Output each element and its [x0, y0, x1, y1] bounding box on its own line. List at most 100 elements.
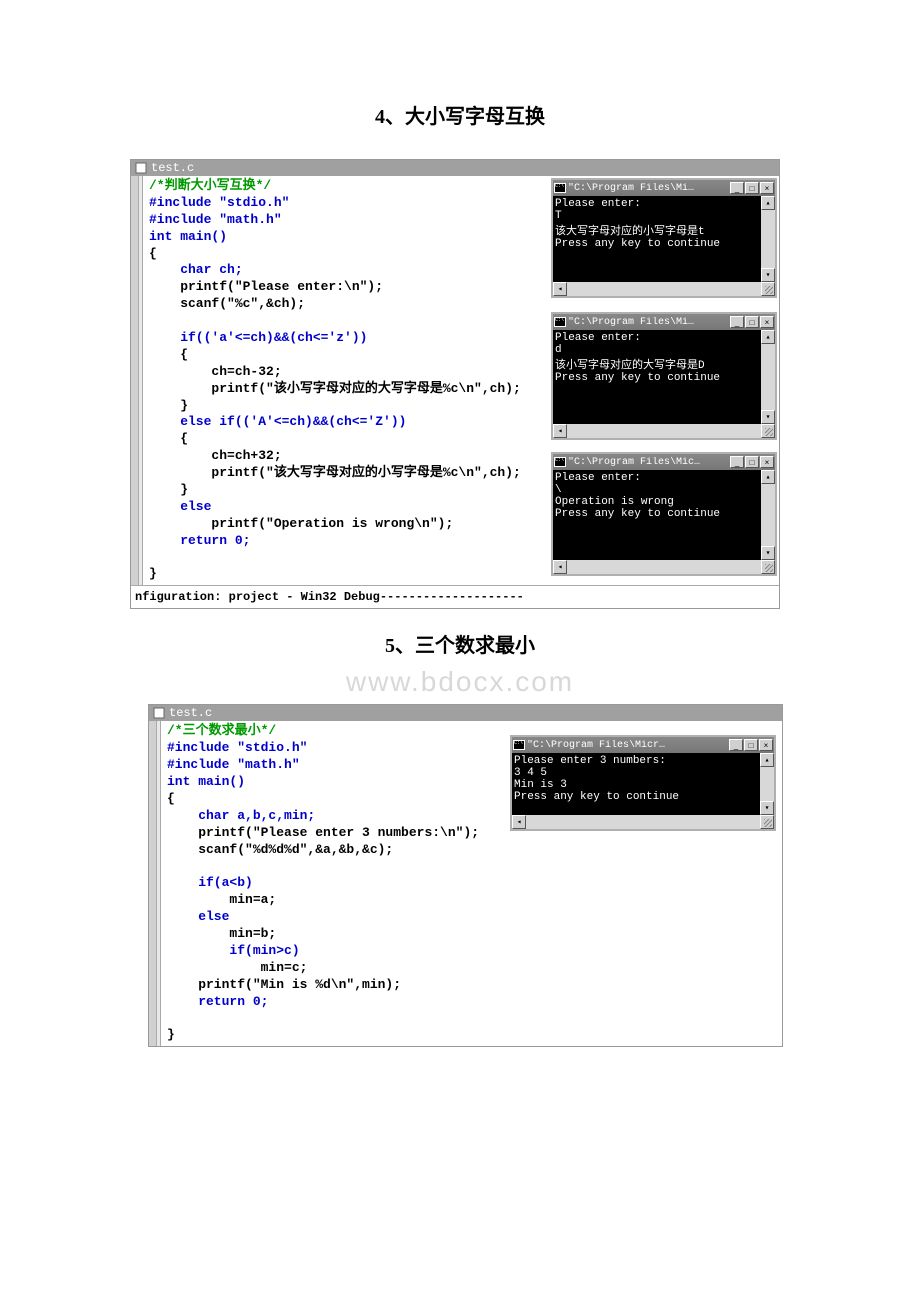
- code-line: scanf("%d%d%d",&a,&b,&c);: [167, 842, 393, 857]
- console-output-4: "C:\Program Files\Micr… _ □ × Please ent…: [510, 735, 776, 831]
- file-icon: [135, 162, 147, 174]
- resize-grip[interactable]: [761, 424, 775, 438]
- minimize-button[interactable]: _: [730, 456, 744, 468]
- resize-grip[interactable]: [761, 560, 775, 574]
- scroll-down-icon[interactable]: ▾: [760, 801, 774, 815]
- console-title: "C:\Program Files\Mi…: [568, 317, 694, 328]
- code-line: {: [149, 431, 188, 446]
- scroll-up-icon[interactable]: ▴: [761, 470, 775, 484]
- console-line: Press any key to continue: [514, 791, 760, 803]
- screenshot-2: test.c /*三个数求最小*/ #include "stdio.h" #in…: [148, 704, 783, 1047]
- maximize-button[interactable]: □: [744, 739, 758, 751]
- code-line: return 0;: [149, 533, 250, 548]
- code-line: {: [149, 347, 188, 362]
- console-line: Press any key to continue: [555, 372, 761, 384]
- console-titlebar: "C:\Program Files\Micr… _ □ ×: [512, 737, 774, 753]
- scroll-left-icon[interactable]: ◂: [553, 424, 567, 438]
- scroll-down-icon[interactable]: ▾: [761, 410, 775, 424]
- screenshot-1: test.c /*判断大小写互换*/ #include "stdio.h" #i…: [130, 159, 780, 609]
- horizontal-scrollbar[interactable]: ◂▸: [553, 560, 775, 574]
- maximize-button[interactable]: □: [745, 456, 759, 468]
- gutter: [149, 721, 157, 1046]
- code-line: #include "math.h": [167, 757, 300, 772]
- scroll-left-icon[interactable]: ◂: [553, 282, 567, 296]
- code-line: }: [149, 398, 188, 413]
- close-button[interactable]: ×: [760, 316, 774, 328]
- horizontal-scrollbar[interactable]: ◂▸: [512, 815, 774, 829]
- console-line: \: [555, 484, 761, 496]
- console-titlebar: "C:\Program Files\Mi… _ □ ×: [553, 314, 775, 330]
- minimize-button[interactable]: _: [730, 182, 744, 194]
- console-line: Press any key to continue: [555, 238, 761, 250]
- horizontal-scrollbar[interactable]: ◂▸: [553, 282, 775, 296]
- scroll-down-icon[interactable]: ▾: [761, 268, 775, 282]
- cmd-icon: [513, 740, 525, 750]
- code-line: min=c;: [167, 960, 307, 975]
- heading-5: 5、三个数求最小: [130, 629, 790, 658]
- console-line: Press any key to continue: [555, 508, 761, 520]
- code-line: {: [167, 791, 175, 806]
- code-line: printf("该大写字母对应的小写字母是%c\n",ch);: [149, 465, 521, 480]
- code-line: return 0;: [167, 994, 268, 1009]
- cmd-icon: [554, 183, 566, 193]
- minimize-button[interactable]: _: [729, 739, 743, 751]
- horizontal-scrollbar[interactable]: ◂▸: [553, 424, 775, 438]
- vertical-scrollbar[interactable]: ▴▾: [760, 753, 774, 815]
- cmd-icon: [554, 317, 566, 327]
- scroll-up-icon[interactable]: ▴: [761, 196, 775, 210]
- console-title: "C:\Program Files\Mi…: [568, 183, 694, 194]
- vertical-scrollbar[interactable]: ▴▾: [761, 470, 775, 560]
- build-output: nfiguration: project - Win32 Debug------…: [131, 585, 779, 608]
- vertical-scrollbar[interactable]: ▴▾: [761, 196, 775, 282]
- code-comment: /*三个数求最小*/: [167, 723, 276, 738]
- code-line: }: [149, 566, 157, 581]
- code-line: }: [149, 482, 188, 497]
- code-line: ch=ch+32;: [149, 448, 282, 463]
- code-line: printf("Operation is wrong\n");: [149, 516, 453, 531]
- code-line: printf("该小写字母对应的大写字母是%c\n",ch);: [149, 381, 521, 396]
- resize-grip[interactable]: [761, 282, 775, 296]
- console-line: 该大写字母对应的小写字母是t: [555, 222, 761, 238]
- maximize-button[interactable]: □: [745, 182, 759, 194]
- code-line: int main(): [167, 774, 245, 789]
- scroll-down-icon[interactable]: ▾: [761, 546, 775, 560]
- minimize-button[interactable]: _: [730, 316, 744, 328]
- console-output-3: "C:\Program Files\Mic… _ □ × Please ente…: [551, 452, 777, 576]
- resize-grip[interactable]: [760, 815, 774, 829]
- console-line: 3 4 5: [514, 767, 760, 779]
- scroll-up-icon[interactable]: ▴: [760, 753, 774, 767]
- console-line: d: [555, 344, 761, 356]
- code-line: if(a<b): [167, 875, 253, 890]
- close-button[interactable]: ×: [760, 456, 774, 468]
- close-button[interactable]: ×: [759, 739, 773, 751]
- code-line: char ch;: [149, 262, 243, 277]
- code-line: int main(): [149, 229, 227, 244]
- code-comment: /*判断大小写互换*/: [149, 178, 271, 193]
- console-line: Please enter:: [555, 332, 761, 344]
- console-title: "C:\Program Files\Mic…: [568, 457, 700, 468]
- console-titlebar: "C:\Program Files\Mi… _ □ ×: [553, 180, 775, 196]
- editor-titlebar: test.c: [149, 705, 782, 721]
- file-icon: [153, 707, 165, 719]
- console-line: Operation is wrong: [555, 496, 761, 508]
- code-line: char a,b,c,min;: [167, 808, 315, 823]
- code-line: #include "stdio.h": [149, 195, 289, 210]
- code-line: printf("Please enter:\n");: [149, 279, 383, 294]
- code-line: ch=ch-32;: [149, 364, 282, 379]
- editor-title: test.c: [151, 161, 194, 175]
- console-output-1: "C:\Program Files\Mi… _ □ × Please enter…: [551, 178, 777, 298]
- cmd-icon: [554, 457, 566, 467]
- vertical-scrollbar[interactable]: ▴▾: [761, 330, 775, 424]
- editor-titlebar: test.c: [131, 160, 779, 176]
- scroll-up-icon[interactable]: ▴: [761, 330, 775, 344]
- code-line: else: [149, 499, 211, 514]
- code-line: {: [149, 246, 157, 261]
- scroll-left-icon[interactable]: ◂: [553, 560, 567, 574]
- close-button[interactable]: ×: [760, 182, 774, 194]
- maximize-button[interactable]: □: [745, 316, 759, 328]
- editor-title: test.c: [169, 706, 212, 720]
- console-title: "C:\Program Files\Micr…: [527, 740, 665, 751]
- code-line: printf("Please enter 3 numbers:\n");: [167, 825, 479, 840]
- code-line: if(('a'<=ch)&&(ch<='z')): [149, 330, 367, 345]
- scroll-left-icon[interactable]: ◂: [512, 815, 526, 829]
